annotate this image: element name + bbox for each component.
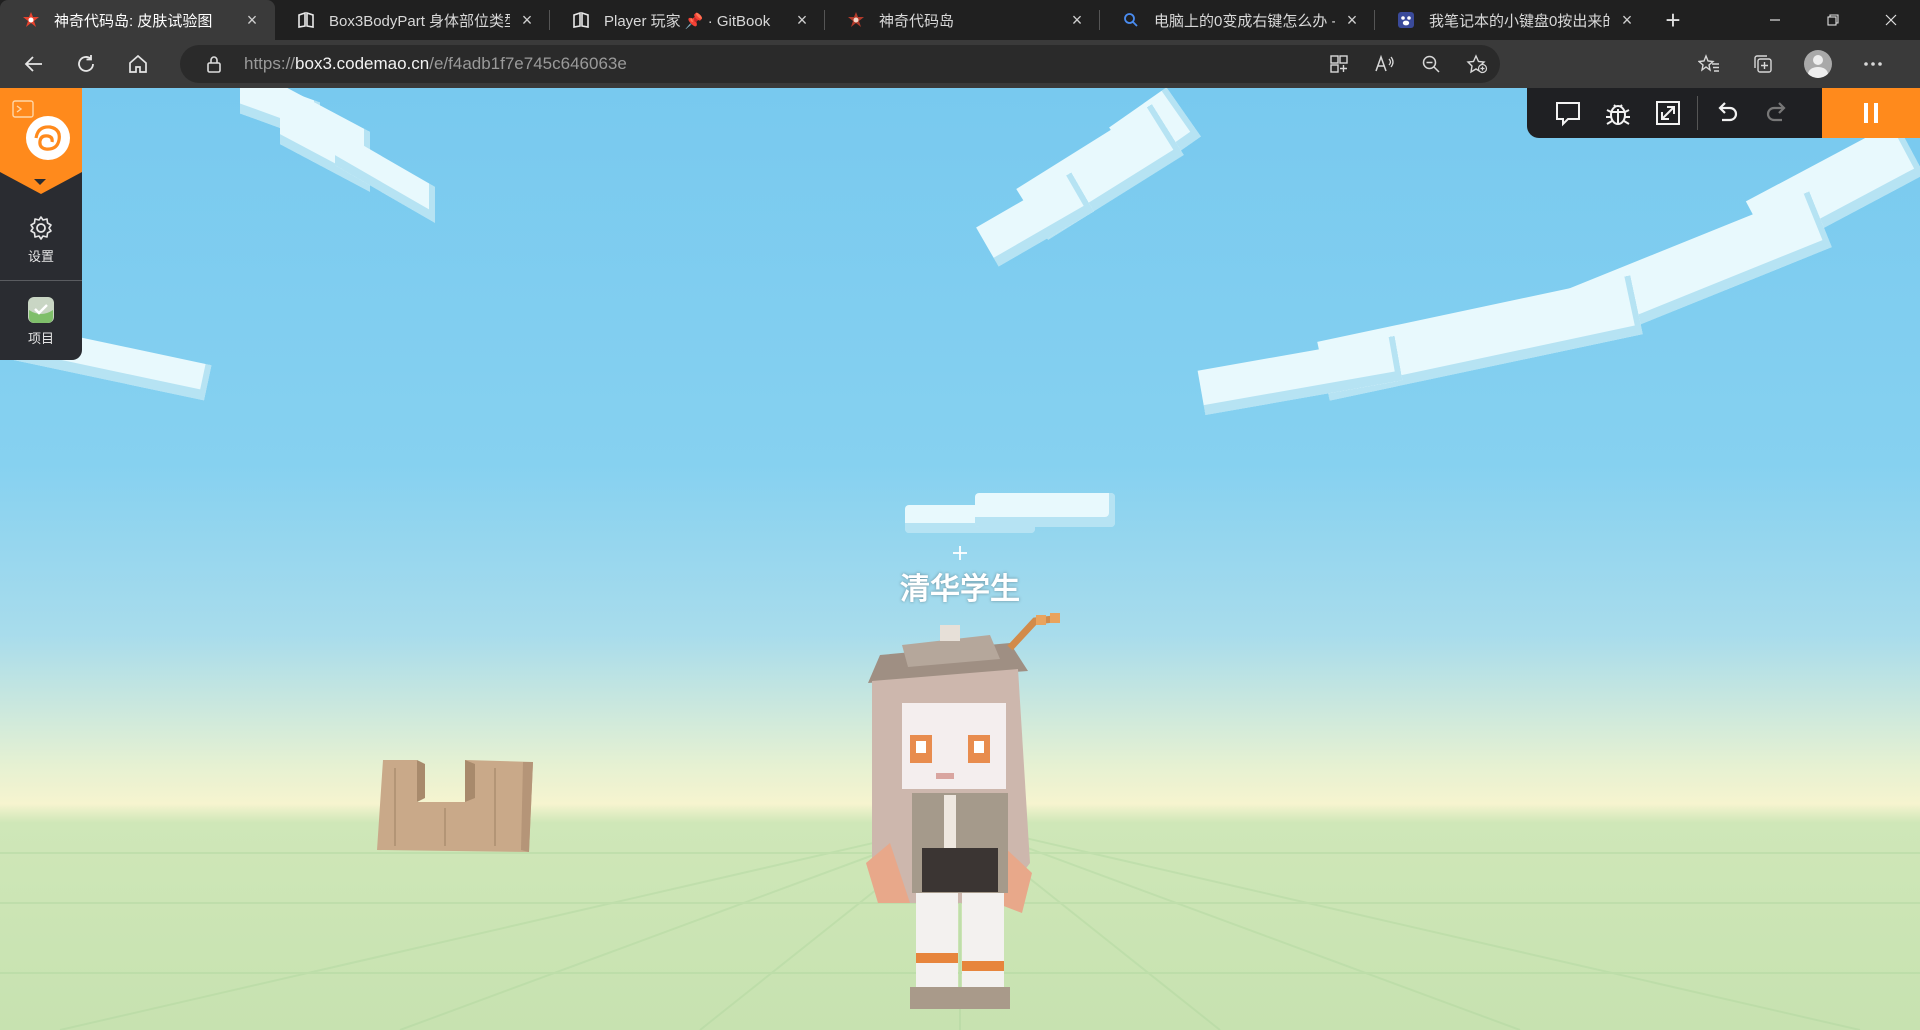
- game-toolbar: [1527, 88, 1920, 138]
- close-window-button[interactable]: [1862, 0, 1920, 40]
- refresh-button[interactable]: [60, 44, 112, 84]
- sidebar-item-settings[interactable]: 设置: [0, 214, 82, 265]
- cloud: [905, 493, 1120, 543]
- close-tab-icon[interactable]: ×: [1066, 9, 1088, 31]
- baidu-favicon-icon: [1397, 11, 1415, 29]
- home-button[interactable]: [112, 44, 164, 84]
- add-favorite-icon[interactable]: [1464, 51, 1490, 77]
- close-tab-icon[interactable]: ×: [241, 9, 263, 31]
- close-tab-icon[interactable]: ×: [516, 9, 538, 31]
- url-scheme: https://: [244, 54, 296, 73]
- tab-title: Player 玩家 📌 · GitBook: [604, 10, 785, 31]
- back-arrow-icon: [24, 56, 42, 72]
- minimize-button[interactable]: [1746, 0, 1804, 40]
- tab-title: 神奇代码岛: [879, 12, 955, 30]
- url-host: box3.codemao.cn: [295, 54, 430, 73]
- close-tab-icon[interactable]: ×: [1341, 9, 1363, 31]
- tab-codemao[interactable]: 神奇代码岛 ×: [825, 0, 1100, 40]
- codemao-favicon-icon: [847, 11, 865, 29]
- tab-box3bodypart[interactable]: Box3BodyPart 身体部位类型 ×: [275, 0, 550, 40]
- fullscreen-icon: [1656, 101, 1680, 125]
- tab-title: 电脑上的0变成右键怎么办 -: [1154, 12, 1335, 30]
- sidebar-item-project[interactable]: 项目: [0, 296, 82, 347]
- codemao-logo-tile[interactable]: [0, 88, 82, 172]
- codemao-logo-icon: [26, 116, 70, 160]
- address-bar-actions: [1326, 45, 1490, 83]
- chat-button[interactable]: [1543, 88, 1593, 138]
- editor-sidebar: 设置 项目: [0, 88, 82, 360]
- url-path: /e/f4adb1f7e745c646063e: [429, 54, 627, 73]
- chat-icon: [1556, 102, 1580, 127]
- tab-player-gitbook[interactable]: Player 玩家 📌 · GitBook ×: [550, 0, 825, 40]
- pause-icon: [1861, 103, 1881, 123]
- tab-strip: 神奇代码岛: 皮肤试验图 × Box3BodyPart 身体部位类型 × Pla…: [0, 0, 1920, 40]
- player-nametag: 清华学生: [900, 573, 1020, 606]
- search-favicon-icon: [1122, 11, 1140, 29]
- browser-actions: [1696, 40, 1886, 88]
- back-button[interactable]: [8, 44, 60, 84]
- refresh-icon: [78, 55, 94, 72]
- restore-button[interactable]: [1804, 0, 1862, 40]
- project-icon: [27, 296, 55, 324]
- url-text: https://box3.codemao.cn/e/f4adb1f7e745c6…: [244, 54, 627, 74]
- favorites-icon[interactable]: [1696, 51, 1722, 77]
- close-tab-icon[interactable]: ×: [1616, 9, 1638, 31]
- profile-avatar-icon[interactable]: [1804, 50, 1832, 78]
- game-viewport[interactable]: 清华学生 设置 项目: [0, 88, 1920, 1030]
- cloud: [976, 88, 1210, 267]
- tab-codemao-skin-test[interactable]: 神奇代码岛: 皮肤试验图 ×: [0, 0, 275, 40]
- pin-icon: 📌: [684, 12, 704, 30]
- collections-icon[interactable]: [1750, 51, 1776, 77]
- chevron-down-icon[interactable]: [34, 179, 46, 185]
- wooden-block[interactable]: [375, 758, 535, 854]
- debug-bug-icon: [1606, 104, 1630, 125]
- tab-title: 神奇代码岛: 皮肤试验图: [54, 12, 213, 30]
- close-tab-icon[interactable]: ×: [791, 9, 813, 31]
- player-avatar[interactable]: [850, 543, 1070, 1029]
- cloud: [240, 88, 440, 228]
- redo-icon: [1766, 102, 1786, 122]
- redo-button[interactable]: [1752, 88, 1802, 138]
- home-icon: [129, 54, 147, 73]
- more-menu-icon[interactable]: [1860, 51, 1886, 77]
- tab-title: Box3BodyPart 身体部位类型: [329, 12, 510, 30]
- gitbook-favicon-icon: [297, 11, 315, 29]
- undo-icon: [1718, 102, 1738, 122]
- pause-button[interactable]: [1822, 88, 1920, 138]
- gitbook-favicon-icon: [572, 11, 590, 29]
- tab-baidu-keyboard[interactable]: 我笔记本的小键盘0按出来的 ×: [1375, 0, 1650, 40]
- cloud: [1190, 121, 1920, 418]
- gear-icon: [27, 214, 55, 242]
- tab-title-suffix: · GitBook: [707, 12, 771, 30]
- read-aloud-icon[interactable]: [1372, 51, 1398, 77]
- browser-toolbar: https://box3.codemao.cn/e/f4adb1f7e745c6…: [0, 40, 1920, 88]
- tab-search-right-click[interactable]: 电脑上的0变成右键怎么办 - ×: [1100, 0, 1375, 40]
- tab-title: 我笔记本的小键盘0按出来的: [1429, 12, 1610, 30]
- new-tab-button[interactable]: +: [1650, 0, 1696, 40]
- app-available-icon[interactable]: [1326, 51, 1352, 77]
- address-bar[interactable]: https://box3.codemao.cn/e/f4adb1f7e745c6…: [180, 45, 1500, 83]
- codemao-favicon-icon: [22, 11, 40, 29]
- debug-button[interactable]: [1593, 88, 1643, 138]
- toolbar-divider: [1697, 96, 1698, 130]
- undo-button[interactable]: [1702, 88, 1752, 138]
- lock-icon[interactable]: [204, 54, 224, 74]
- sidebar-item-label: 项目: [27, 331, 54, 346]
- sidebar-divider: [0, 280, 82, 281]
- fullscreen-button[interactable]: [1643, 88, 1693, 138]
- zoom-out-icon[interactable]: [1418, 51, 1444, 77]
- window-controls: [1746, 0, 1920, 40]
- sidebar-item-label: 设置: [27, 249, 54, 264]
- tab-title-main: Player 玩家: [604, 12, 681, 30]
- crosshair: [953, 546, 967, 560]
